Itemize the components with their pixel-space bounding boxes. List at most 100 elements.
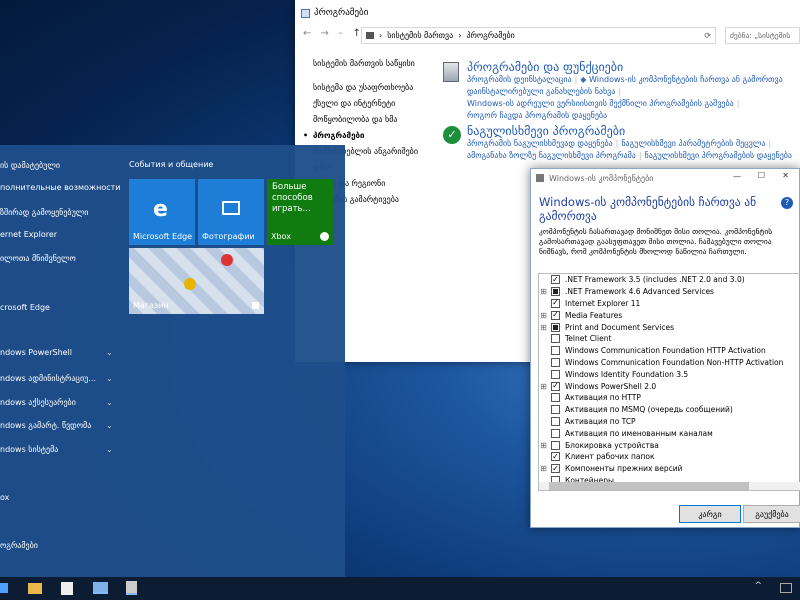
feature-checkbox[interactable]: ✓ xyxy=(551,452,560,462)
expand-icon[interactable]: ⊞ xyxy=(539,287,548,296)
set-programs-link[interactable]: ნაგულისხმევი პროგრამების დაყენება xyxy=(645,151,792,160)
cancel-button[interactable]: გაუქმება xyxy=(743,505,800,523)
store-taskbar-icon[interactable] xyxy=(61,582,73,595)
expand-icon[interactable]: ⊞ xyxy=(539,311,548,320)
recent-icon[interactable]: ⌄ xyxy=(338,28,344,39)
feature-checkbox[interactable]: ✓ xyxy=(551,464,560,474)
start-item[interactable]: ndows PowerShell xyxy=(0,345,72,361)
uninstall-link[interactable]: პროგრამის დეინსტალაცია xyxy=(467,75,572,84)
feature-row[interactable]: Windows Communication Foundation HTTP Ac… xyxy=(539,345,800,357)
feature-row[interactable]: Активация по MSMQ (очередь сообщений) xyxy=(539,404,800,416)
feature-checkbox[interactable] xyxy=(551,357,560,367)
feature-checkbox[interactable]: ✓ xyxy=(551,310,560,320)
taskbar-default-link[interactable]: ამოგანახა ზოლზე ნაგულისხმევი პროგრამა xyxy=(467,151,636,160)
maximize-icon[interactable]: ☐ xyxy=(758,171,765,180)
features-link[interactable]: Windows-ის კომპონენტების ჩართვა ან გამორ… xyxy=(589,75,783,84)
feature-checkbox[interactable] xyxy=(551,440,560,450)
photos-tile[interactable]: Фотографии xyxy=(198,179,264,245)
help-icon[interactable]: ? xyxy=(781,197,793,209)
horizontal-scrollbar[interactable] xyxy=(539,482,800,490)
start-item[interactable]: полнительные возможности xyxy=(0,180,120,196)
features-taskbar-icon[interactable] xyxy=(126,581,137,595)
programs-heading[interactable]: პროგრამები და ფუნქციები xyxy=(467,60,783,74)
chevron-down-icon[interactable]: ⌄ xyxy=(106,374,113,383)
expand-icon[interactable]: ⊞ xyxy=(539,441,548,450)
feature-checkbox[interactable] xyxy=(551,287,560,297)
start-item[interactable]: ndows გამარტ. წვდომა xyxy=(0,418,91,434)
compat-link[interactable]: Windows-ის ადრეული ვერსიისთვის შექმნილი … xyxy=(467,99,734,108)
start-item[interactable]: ოგრამები xyxy=(0,538,38,554)
feature-row[interactable]: ✓ .NET Framework 3.5 (includes .NET 2.0 a… xyxy=(539,274,800,286)
control-panel-taskbar-icon[interactable] xyxy=(93,582,108,594)
change-defaults-link[interactable]: ნაგულისხმევი პარამეტრების შეცვლა xyxy=(621,139,765,148)
feature-checkbox[interactable] xyxy=(551,393,560,403)
start-item[interactable]: ზშირად გამოყენებული xyxy=(0,205,88,221)
start-item[interactable]: ის დამატებული xyxy=(0,158,60,174)
notification-icon[interactable] xyxy=(780,583,792,593)
edge-tile[interactable]: e Microsoft Edge xyxy=(129,179,195,245)
xbox-tile[interactable]: Больше способов играть... Xbox xyxy=(267,179,333,245)
feature-row[interactable]: ✓ Internet Explorer 11 xyxy=(539,298,800,310)
expand-icon[interactable]: ⊞ xyxy=(539,464,548,473)
forward-icon[interactable]: → xyxy=(320,28,328,39)
feature-row[interactable]: ✓ Клиент рабочих папок xyxy=(539,451,800,463)
tray-chevron-icon[interactable]: ^ xyxy=(754,581,762,591)
feature-checkbox[interactable] xyxy=(551,346,560,356)
set-default-link[interactable]: პროგრამის ნაგულისხმევად დაყენება xyxy=(467,139,613,148)
start-item[interactable]: ernet Explorer xyxy=(0,227,57,243)
nav-item[interactable]: სისტემის მართვის საწყისი xyxy=(313,56,433,72)
feature-row[interactable]: ⊞ ✓ Компоненты прежних версий xyxy=(539,463,800,475)
start-item[interactable]: ox xyxy=(0,490,9,506)
back-icon[interactable]: ← xyxy=(303,28,311,39)
minimize-icon[interactable]: — xyxy=(733,172,741,181)
feature-row[interactable]: ⊞ ✓ Media Features xyxy=(539,309,800,321)
breadcrumb-item[interactable]: პროგრამები xyxy=(466,31,514,40)
feature-checkbox[interactable] xyxy=(551,405,560,415)
start-item[interactable]: crosoft Edge xyxy=(0,300,50,316)
feature-row[interactable]: ⊞ .NET Framework 4.6 Advanced Services xyxy=(539,286,800,298)
feature-row[interactable]: Telnet Client xyxy=(539,333,800,345)
feature-row[interactable]: ⊞ Print and Document Services xyxy=(539,321,800,333)
start-item[interactable]: ndows აქსესუარები xyxy=(0,395,76,411)
feature-row[interactable]: ⊞ Блокировка устройства xyxy=(539,439,800,451)
feature-row[interactable]: Активация по именованным каналам xyxy=(539,427,800,439)
close-icon[interactable]: ✕ xyxy=(782,171,789,180)
install-howto-link[interactable]: როგორ ჩავდა პროგრამის დაყენება xyxy=(467,111,607,120)
ok-button[interactable]: კარგი xyxy=(679,505,741,523)
nav-item[interactable]: სისტემა და უსაფრთხოება xyxy=(313,80,433,96)
start-item[interactable]: ndows ადმინისტრაციუ... xyxy=(0,371,96,387)
chevron-down-icon[interactable]: ⌄ xyxy=(106,421,113,430)
search-input[interactable]: ძებნა: „სისტემის xyxy=(725,27,800,44)
chevron-down-icon[interactable]: ⌄ xyxy=(106,445,113,454)
nav-item-current[interactable]: პროგრამები xyxy=(303,128,433,144)
chevron-down-icon[interactable]: ⌄ xyxy=(106,348,113,357)
chevron-down-icon[interactable]: ⌄ xyxy=(106,398,113,407)
nav-item[interactable]: ქსელი და ინტერნეტი xyxy=(313,96,433,112)
feature-checkbox[interactable] xyxy=(551,369,560,379)
defaults-heading[interactable]: ნაგულისხმევი პროგრამები xyxy=(467,124,792,138)
feature-row[interactable]: Активация по HTTP xyxy=(539,392,800,404)
nav-item[interactable]: მოწყობილობა და ხმა xyxy=(313,112,433,128)
store-tile[interactable]: Магазин xyxy=(129,248,264,314)
breadcrumb-item[interactable]: სისტემის მართვა xyxy=(387,31,453,40)
up-icon[interactable]: ↑ xyxy=(353,28,361,39)
feature-checkbox[interactable] xyxy=(551,416,560,426)
feature-row[interactable]: ⊞ ✓ Windows PowerShell 2.0 xyxy=(539,380,800,392)
start-item[interactable]: ილოთა მნიშვნელო xyxy=(0,251,76,267)
expand-icon[interactable]: ⊞ xyxy=(539,382,548,391)
feature-checkbox[interactable]: ✓ xyxy=(551,275,560,285)
explorer-icon[interactable] xyxy=(28,583,42,594)
feature-checkbox[interactable] xyxy=(551,428,560,438)
expand-icon[interactable]: ⊞ xyxy=(539,323,548,332)
feature-row[interactable]: Активация по TCP xyxy=(539,416,800,428)
feature-checkbox[interactable] xyxy=(551,322,560,332)
feature-checkbox[interactable] xyxy=(551,334,560,344)
start-button[interactable] xyxy=(0,577,12,600)
feature-checkbox[interactable]: ✓ xyxy=(551,381,560,391)
refresh-icon[interactable]: ⟳ xyxy=(704,31,711,40)
feature-checkbox[interactable]: ✓ xyxy=(551,298,560,308)
address-bar[interactable]: › სისტემის მართვა › პროგრამები ⟳ xyxy=(361,27,716,44)
start-item[interactable]: ndows სისტემა xyxy=(0,442,58,458)
feature-row[interactable]: Windows Identity Foundation 3.5 xyxy=(539,368,800,380)
feature-row[interactable]: Windows Communication Foundation Non-HTT… xyxy=(539,357,800,369)
